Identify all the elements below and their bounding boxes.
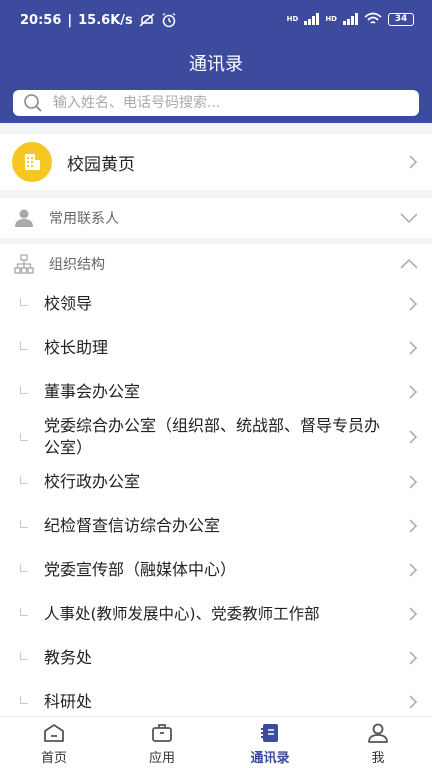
chevron-right-icon: [409, 563, 418, 577]
list-item-label: 纪检督查信访综合办公室: [44, 516, 221, 535]
battery-icon: 34: [388, 12, 414, 26]
signal-icon-1: [304, 13, 320, 25]
mute-icon: [139, 13, 155, 27]
list-item[interactable]: 人事处(教师发展中心)、党委教师工作部: [0, 592, 432, 636]
chevron-right-icon: [409, 297, 418, 311]
list-item-label: 党委宣传部（融媒体中心）: [44, 560, 237, 579]
tab-home-label: 首页: [40, 751, 67, 766]
list-item-label: 校行政办公室: [44, 472, 141, 491]
list-item-label: 教务处: [44, 648, 93, 667]
list-item[interactable]: 校领导: [0, 282, 432, 326]
list-item-label: 校领导: [44, 294, 93, 313]
signal-icon-2: [343, 13, 358, 25]
user-icon: [368, 723, 388, 743]
person-icon: [15, 209, 33, 227]
yellow-pages-row[interactable]: 校园黄页: [0, 134, 432, 190]
wifi-icon: [364, 12, 382, 24]
chevron-right-icon: [409, 155, 418, 169]
header-bar: 20:56 | 15.6K/s HD HD 34 通讯录 输入姓名、电话号码搜索…: [0, 0, 432, 123]
list-item[interactable]: 科研处: [0, 680, 432, 716]
tab-contacts-label: 通讯录: [250, 751, 290, 766]
tree-branch-icon: [20, 564, 28, 572]
home-icon: [44, 724, 64, 742]
list-item-label: 董事会办公室: [44, 382, 141, 401]
tree-branch-icon: [20, 608, 28, 616]
org-structure-label: 组织结构: [49, 257, 105, 273]
chevron-right-icon: [409, 430, 418, 444]
tree-branch-icon: [20, 520, 28, 528]
status-speed: 15.6K/s: [78, 12, 133, 28]
tab-apps[interactable]: 应用: [108, 717, 216, 768]
chevron-right-icon: [409, 475, 418, 489]
chevron-right-icon: [409, 341, 418, 355]
chevron-right-icon: [409, 695, 418, 709]
tab-me[interactable]: 我: [324, 717, 432, 768]
status-right: HD HD 34: [287, 12, 414, 26]
contacts-book-icon: [261, 724, 278, 742]
common-contacts-label: 常用联系人: [49, 211, 119, 227]
tree-branch-icon: [20, 652, 28, 660]
page-title: 通讯录: [189, 54, 243, 75]
tree-branch-icon: [20, 298, 28, 306]
list-item[interactable]: 党委宣传部（融媒体中心）: [0, 548, 432, 592]
org-structure-row[interactable]: 组织结构: [0, 244, 432, 284]
tab-contacts[interactable]: 通讯录: [216, 717, 324, 768]
list-item[interactable]: 校长助理: [0, 326, 432, 370]
chevron-up-icon: [400, 259, 418, 269]
tab-home[interactable]: 首页: [0, 717, 108, 768]
common-contacts-row[interactable]: 常用联系人: [0, 198, 432, 238]
yellow-pages-label: 校园黄页: [67, 154, 135, 175]
tree-branch-icon: [20, 342, 28, 350]
tab-me-label: 我: [371, 751, 385, 766]
briefcase-icon: [152, 724, 172, 742]
alarm-icon: [162, 12, 176, 28]
list-item-label: 党委综合办公室（组织部、统战部、督导专员办公室）: [44, 416, 381, 457]
network-label-2: HD: [325, 15, 337, 23]
chevron-right-icon: [409, 607, 418, 621]
chevron-right-icon: [409, 385, 418, 399]
list-item[interactable]: 教务处: [0, 636, 432, 680]
chevron-down-icon: [400, 213, 418, 223]
tree-branch-icon: [20, 433, 28, 441]
search-box[interactable]: [13, 90, 419, 116]
search-input[interactable]: [53, 95, 393, 111]
tree-branch-icon: [20, 386, 28, 394]
list-item-label: 人事处(教师发展中心)、党委教师工作部: [44, 605, 320, 623]
status-left: 20:56 | 15.6K/s: [20, 12, 177, 28]
tab-apps-label: 应用: [148, 751, 175, 766]
list-item-label: 校长助理: [44, 338, 109, 357]
chevron-right-icon: [409, 519, 418, 533]
chevron-right-icon: [409, 651, 418, 665]
tree-branch-icon: [20, 476, 28, 484]
status-separator: |: [67, 12, 73, 28]
status-bar: 20:56 | 15.6K/s HD HD 34: [0, 0, 432, 40]
org-chart-icon: [14, 254, 34, 274]
list-item[interactable]: 董事会办公室: [0, 370, 432, 414]
search-icon: [24, 94, 42, 112]
list-item[interactable]: 党委综合办公室（组织部、统战部、督导专员办公室）: [0, 414, 432, 460]
list-item[interactable]: 校行政办公室: [0, 460, 432, 504]
org-list: 校领导 校长助理 董事会办公室 党委综合办公室（组织部、统战部、督导专员办公室）…: [0, 282, 432, 716]
list-item-label: 科研处: [44, 692, 93, 711]
building-icon: [12, 142, 52, 182]
network-label-1: HD: [286, 15, 299, 23]
status-time: 20:56: [20, 12, 62, 28]
list-item[interactable]: 纪检督查信访综合办公室: [0, 504, 432, 548]
tree-branch-icon: [20, 696, 28, 704]
bottom-tab-bar: 首页 应用 通讯录 我: [0, 716, 432, 768]
